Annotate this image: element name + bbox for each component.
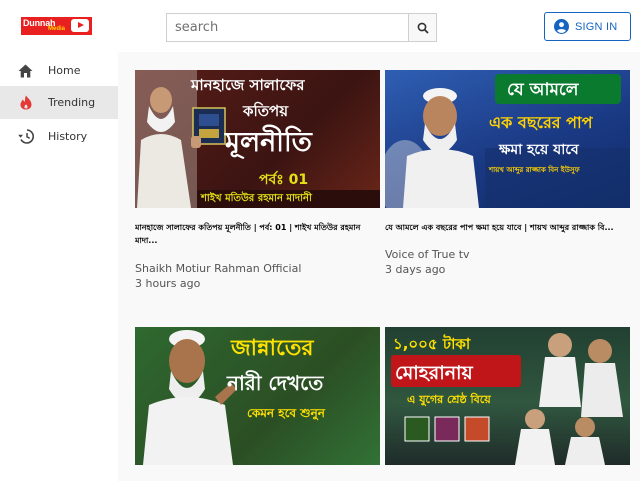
video-thumbnail[interactable]: মানহাজে সালাফের কতিপয় মূলনীতি পর্বঃ 01 … xyxy=(135,70,380,208)
sign-in-label: SIGN IN xyxy=(575,20,618,33)
thumbnail-text: মূলনীতি xyxy=(225,127,312,158)
video-thumbnail[interactable]: ১,০০৫ টাকা মোহরানায় এ যুগের শ্রেষ্ঠ বিয… xyxy=(385,327,630,465)
sidebar: Home Trending History xyxy=(0,52,118,481)
search-input[interactable] xyxy=(166,13,409,42)
thumbnail-text: যে আমলে xyxy=(507,80,579,100)
sidebar-item-home[interactable]: Home xyxy=(0,54,118,87)
channel-logo[interactable]: Dunnah Media xyxy=(21,17,92,35)
sign-in-button[interactable]: SIGN IN xyxy=(544,12,631,41)
video-title[interactable]: যে আমলে এক বছরের পাপ ক্ষমা হয়ে যাবে | শ… xyxy=(385,221,630,234)
sidebar-item-label: Home xyxy=(48,64,81,77)
sidebar-item-label: History xyxy=(48,130,88,143)
thumbnail-text: শাইখ মতিউর রহমান মাদানী xyxy=(201,193,312,204)
channel-name[interactable]: Shaikh Motiur Rahman Official xyxy=(135,262,301,275)
sidebar-item-trending[interactable]: Trending xyxy=(0,86,118,119)
play-icon xyxy=(71,19,89,32)
video-title[interactable]: মানহাজে সালাফের কতিপয় মূলনীতি | পর্ব: 0… xyxy=(135,221,380,247)
thumbnail-text: জান্নাতের xyxy=(231,336,314,361)
thumbnail-text: কেমন হবে শুনুন xyxy=(247,406,325,420)
thumbnail-text: এ যুগের শ্রেষ্ঠ বিয়ে xyxy=(407,393,491,406)
account-icon xyxy=(554,19,569,34)
top-bar: Dunnah Media SIGN IN xyxy=(0,0,640,52)
upload-age: 3 days ago xyxy=(385,263,446,276)
thumbnail-text: এক বছরের পাপ xyxy=(489,113,593,132)
search-button[interactable] xyxy=(408,13,437,42)
thumbnail-text: মানহাজে সালাফের xyxy=(191,76,305,94)
search-icon xyxy=(417,22,429,34)
video-thumbnail[interactable]: জান্নাতের নারী দেখতে কেমন হবে শুনুন xyxy=(135,327,380,465)
thumbnail-text: মোহরানায় xyxy=(395,362,473,384)
fire-icon xyxy=(17,94,34,111)
sidebar-item-label: Trending xyxy=(48,96,96,109)
upload-age: 3 hours ago xyxy=(135,277,201,290)
thumbnail-text: ক্ষমা হয়ে যাবে xyxy=(499,142,579,158)
video-thumbnail[interactable]: যে আমলে এক বছরের পাপ ক্ষমা হয়ে যাবে শায… xyxy=(385,70,630,208)
thumbnail-text: পর্বঃ 01 xyxy=(259,172,309,188)
channel-name[interactable]: Voice of True tv xyxy=(385,248,470,261)
home-icon xyxy=(17,62,34,79)
thumbnail-text: নারী দেখতে xyxy=(227,371,324,395)
history-icon xyxy=(17,128,34,145)
thumbnail-text: শায়খ আব্দুর রাজ্জাক বিন ইউসুফ xyxy=(489,166,580,174)
sidebar-item-history[interactable]: History xyxy=(0,120,118,153)
logo-subtext: Media xyxy=(48,26,66,32)
